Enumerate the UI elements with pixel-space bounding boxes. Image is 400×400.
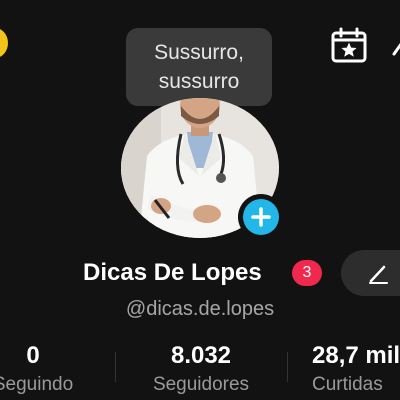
tooltip-line-2: sussurro	[158, 70, 240, 93]
stat-following-value: 0	[26, 342, 40, 369]
pencil-icon	[369, 265, 388, 284]
stat-followers-value: 8.032	[170, 342, 232, 369]
profile-screen: Sussurro, sussurro Dicas De Lopes 3 @dic…	[0, 0, 400, 400]
stat-likes-value: 28,7 mil	[312, 342, 400, 369]
notification-badge[interactable]: 3	[292, 260, 322, 286]
add-button[interactable]	[238, 194, 284, 240]
status-circle-icon[interactable]	[0, 28, 8, 58]
stat-following-label: Seguindo	[0, 374, 74, 395]
display-name: Dicas De Lopes	[83, 259, 262, 286]
edit-profile-button[interactable]	[341, 250, 400, 296]
tooltip-line-1: Sussurro,	[154, 41, 244, 64]
plus-icon[interactable]	[243, 199, 279, 235]
tooltip: Sussurro, sussurro	[126, 28, 272, 106]
stat-divider	[287, 352, 288, 382]
menu-icon[interactable]	[392, 28, 400, 64]
username: @dicas.de.lopes	[125, 298, 275, 320]
stat-followers[interactable]: 8.032 Seguidores	[134, 340, 268, 398]
calendar-star-icon[interactable]	[330, 26, 368, 64]
stat-followers-label: Seguidores	[152, 374, 250, 395]
stat-divider	[115, 352, 116, 382]
stat-likes-label: Curtidas	[312, 374, 383, 395]
stat-following[interactable]: 0 Seguindo	[0, 340, 76, 398]
stat-likes[interactable]: 28,7 mil Curtidas	[312, 340, 400, 398]
name-row: Dicas De Lopes 3	[0, 250, 400, 296]
